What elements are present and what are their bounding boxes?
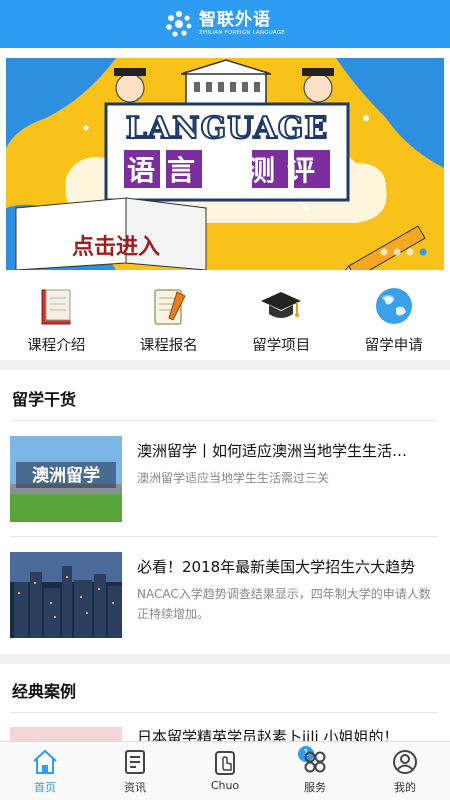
- banner-headline-en: LANGUAGE: [126, 111, 328, 146]
- brand-logo: 智联外语 ZHILIAN FOREIGN LANGUAGE: [165, 10, 285, 38]
- nav-label: 留学项目: [252, 338, 311, 354]
- tab-news[interactable]: 资讯: [90, 742, 180, 800]
- nav-label: 留学申请: [364, 338, 423, 354]
- home-icon: [33, 749, 57, 774]
- section-title: 经典案例: [12, 682, 77, 701]
- divider: [10, 420, 438, 421]
- article-desc: 澳洲留学适应当地学生生活需过三关: [137, 471, 330, 485]
- tab-label: 首页: [34, 781, 56, 794]
- tab-home[interactable]: 首页: [0, 742, 90, 800]
- article-thumbnail: 澳洲留学: [10, 436, 122, 522]
- quick-nav: 课程介绍 课程报名 留学项目 留学申请: [0, 280, 450, 360]
- tab-label: 资讯: [124, 781, 146, 794]
- article-item[interactable]: 澳洲留学 澳洲留学丨如何适应澳洲当地学生生活… 澳洲留学适应当地学生生活需过三关: [0, 436, 450, 528]
- notebook-pen-icon: [154, 289, 186, 325]
- page-dot: [406, 248, 414, 256]
- apps-icon: [304, 751, 326, 773]
- tab-label: Chuo: [210, 779, 240, 792]
- graduation-cap-icon: [261, 292, 302, 318]
- page-dot-active: [419, 248, 427, 256]
- brand-subtitle: ZHILIAN FOREIGN LANGUAGE: [199, 29, 285, 36]
- tab-services[interactable]: 服务: [270, 742, 360, 800]
- logo-icon: [166, 11, 192, 37]
- app-header: 智联外语 ZHILIAN FOREIGN LANGUAGE: [0, 0, 450, 48]
- tab-label: 服务: [304, 781, 326, 794]
- nav-course-signup[interactable]: 课程报名: [113, 280, 226, 360]
- divider: [10, 536, 438, 537]
- section-gap: [0, 654, 450, 664]
- section-gap: [0, 360, 450, 370]
- nav-label: 课程介绍: [27, 338, 86, 354]
- promo-banner[interactable]: LANGUAGE 语言一测评 点击进入: [6, 58, 444, 270]
- tap-icon: [215, 751, 235, 775]
- book-icon: [41, 289, 71, 325]
- banner-headline-cn: 语言一测评: [127, 154, 327, 187]
- article-item[interactable]: 必看！2018年最新美国大学招生六大趋势 NACAC入学趋势调查结果显示，四年制…: [0, 552, 450, 644]
- nav-study-programs[interactable]: 留学项目: [225, 280, 338, 360]
- banner-cta: 点击进入: [72, 234, 160, 260]
- nav-study-apply[interactable]: 留学申请: [338, 280, 450, 360]
- profile-icon: [393, 750, 417, 774]
- article-desc: NACAC入学趋势调查结果显示，四年制大学的申请人数正持续增加。: [137, 587, 431, 621]
- nav-course-intro[interactable]: 课程介绍: [0, 280, 113, 360]
- nav-label: 课程报名: [139, 338, 198, 354]
- article-thumbnail: [10, 552, 122, 638]
- brand-name: 智联外语: [199, 9, 272, 30]
- globe-icon: [375, 288, 412, 324]
- tab-profile[interactable]: 我的: [360, 742, 450, 800]
- tab-chuo[interactable]: 1 Chuo: [180, 742, 314, 800]
- article-title: 必看！2018年最新美国大学招生六大趋势: [137, 558, 416, 576]
- article-title: 澳洲留学丨如何适应澳洲当地学生生活…: [137, 442, 408, 460]
- page-dot: [393, 248, 401, 256]
- section-title: 留学干货: [12, 390, 77, 409]
- bottom-tab-bar: 首页 资讯 1 Chuo 服务 我的: [0, 741, 450, 800]
- divider: [10, 712, 438, 713]
- tab-label: 我的: [394, 781, 416, 794]
- page-dot: [380, 248, 388, 256]
- thumbnail-caption: 澳洲留学: [32, 465, 100, 486]
- news-icon: [125, 750, 145, 774]
